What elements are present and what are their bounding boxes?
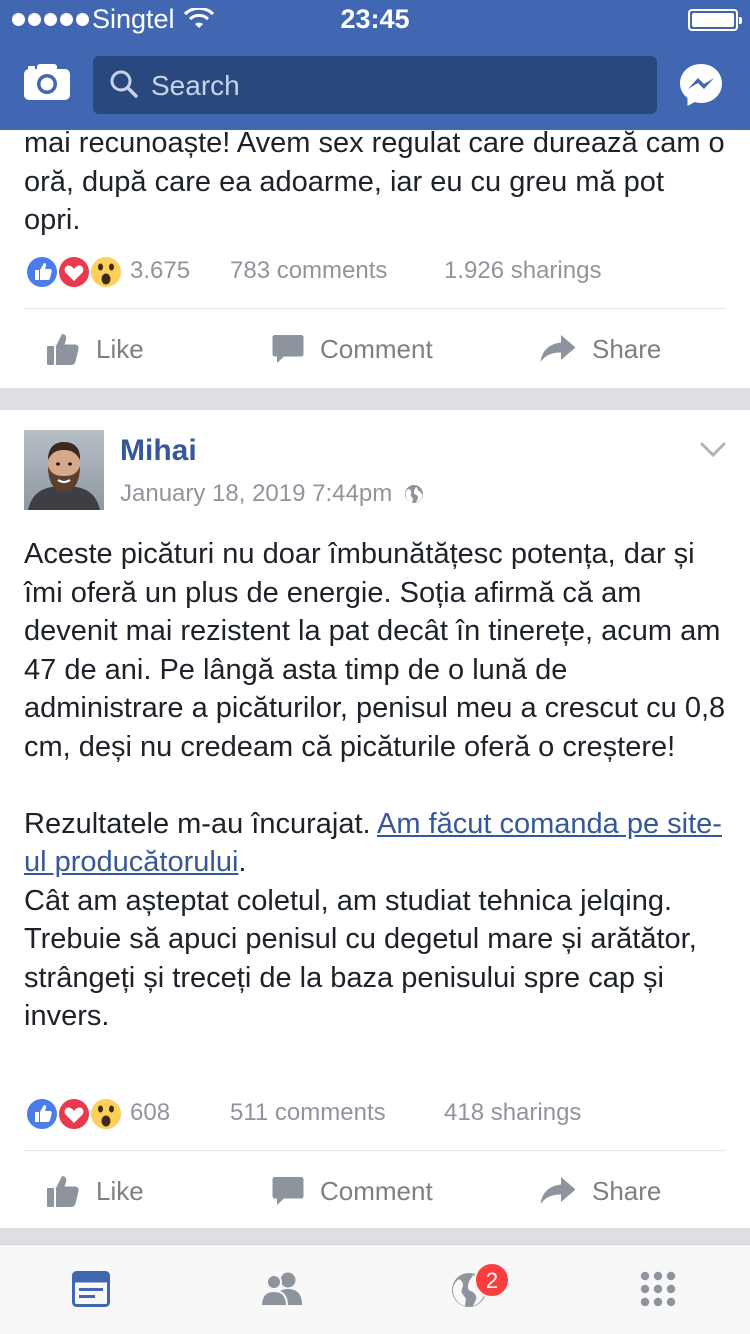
share-arrow-icon xyxy=(540,1177,576,1204)
nav-row: Search xyxy=(0,40,750,130)
like-label: Like xyxy=(96,333,144,364)
comment-bubble-icon xyxy=(272,335,304,363)
love-reaction-icon xyxy=(57,1097,91,1131)
profile-photo xyxy=(24,430,104,510)
post-paragraph: Rezultatele m-au încurajat. Am făcut com… xyxy=(24,805,726,882)
post-author[interactable]: Mihai xyxy=(120,434,197,468)
like-reaction-icon xyxy=(25,255,59,289)
post-paragraph: Aceste picături nu doar îmbunătățesc pot… xyxy=(24,538,726,763)
post-text: mai recunoaște! Avem sex regulat care du… xyxy=(24,127,725,236)
comment-count[interactable]: 783 comments xyxy=(230,257,387,285)
comment-label: Comment xyxy=(320,333,433,364)
globe-icon xyxy=(405,485,424,503)
reactions-summary[interactable]: 608 511 comments 418 sharings xyxy=(24,1096,726,1132)
facebook-app: Singtel 23:45 Search mai recunoaște! Ave… xyxy=(0,0,750,1334)
comment-bubble-icon xyxy=(272,1177,304,1205)
share-count[interactable]: 418 sharings xyxy=(444,1099,581,1127)
post-timestamp[interactable]: January 18, 2019 7:44pm xyxy=(120,480,392,508)
share-arrow-icon xyxy=(540,335,576,362)
comment-label: Comment xyxy=(320,1175,433,1206)
battery-icon xyxy=(688,9,742,31)
camera-icon[interactable] xyxy=(24,62,70,100)
divider xyxy=(24,308,726,309)
paragraph-text: Rezultatele m-au încurajat. xyxy=(24,807,378,840)
comment-button[interactable]: Comment xyxy=(272,329,433,369)
wow-reaction-icon xyxy=(89,1097,123,1131)
like-reaction-icon xyxy=(25,1097,59,1131)
news-feed-icon[interactable] xyxy=(72,1271,110,1307)
notification-badge: 2 xyxy=(474,1262,510,1298)
post-text: Aceste picături nu doar îmbunătățesc pot… xyxy=(24,535,726,1036)
love-reaction-icon xyxy=(57,255,91,289)
share-button[interactable]: Share xyxy=(540,329,661,369)
status-bar: Singtel 23:45 xyxy=(0,0,750,40)
reaction-count: 608 xyxy=(130,1099,171,1126)
status-time: 23:45 xyxy=(340,4,410,34)
share-label: Share xyxy=(592,1175,662,1206)
friends-icon[interactable] xyxy=(260,1271,304,1307)
like-label: Like xyxy=(96,1175,144,1206)
more-menu-icon[interactable] xyxy=(640,1271,676,1307)
search-icon xyxy=(110,70,138,98)
search-placeholder: Search xyxy=(151,70,240,101)
post-actions: Like Comment Share xyxy=(0,1156,750,1226)
like-button[interactable]: Like xyxy=(46,1171,144,1211)
share-button[interactable]: Share xyxy=(540,1171,661,1211)
reaction-icons xyxy=(24,254,124,290)
divider xyxy=(24,1150,726,1151)
chevron-down-icon[interactable] xyxy=(700,442,726,458)
paragraph-text: . xyxy=(238,846,247,878)
avatar[interactable] xyxy=(24,430,104,510)
search-bar[interactable]: Search xyxy=(93,56,657,114)
messenger-icon[interactable] xyxy=(678,62,724,108)
post-meta: January 18, 2019 7:44pm xyxy=(120,480,424,508)
reaction-count: 3.675 xyxy=(130,257,191,284)
comment-count[interactable]: 511 comments xyxy=(230,1099,386,1127)
post-paragraph: Cât am așteptat coletul, am studiat tehn… xyxy=(24,884,697,1033)
reaction-icons xyxy=(24,1096,124,1132)
feed-post: Mihai January 18, 2019 7:44pm Aceste pic… xyxy=(0,410,750,1228)
comment-button[interactable]: Comment xyxy=(272,1171,433,1211)
bottom-tab-bar: 2 xyxy=(0,1244,750,1334)
thumbs-up-icon xyxy=(47,334,79,365)
share-label: Share xyxy=(592,333,662,364)
thumbs-up-icon xyxy=(47,1176,79,1207)
wow-reaction-icon xyxy=(89,255,123,289)
top-header: Singtel 23:45 Search xyxy=(0,0,750,130)
post-actions: Like Comment Share xyxy=(0,314,750,384)
like-button[interactable]: Like xyxy=(46,329,144,369)
share-count[interactable]: 1.926 sharings xyxy=(444,257,601,285)
reactions-summary[interactable]: 3.675 783 comments 1.926 sharings xyxy=(24,254,726,290)
